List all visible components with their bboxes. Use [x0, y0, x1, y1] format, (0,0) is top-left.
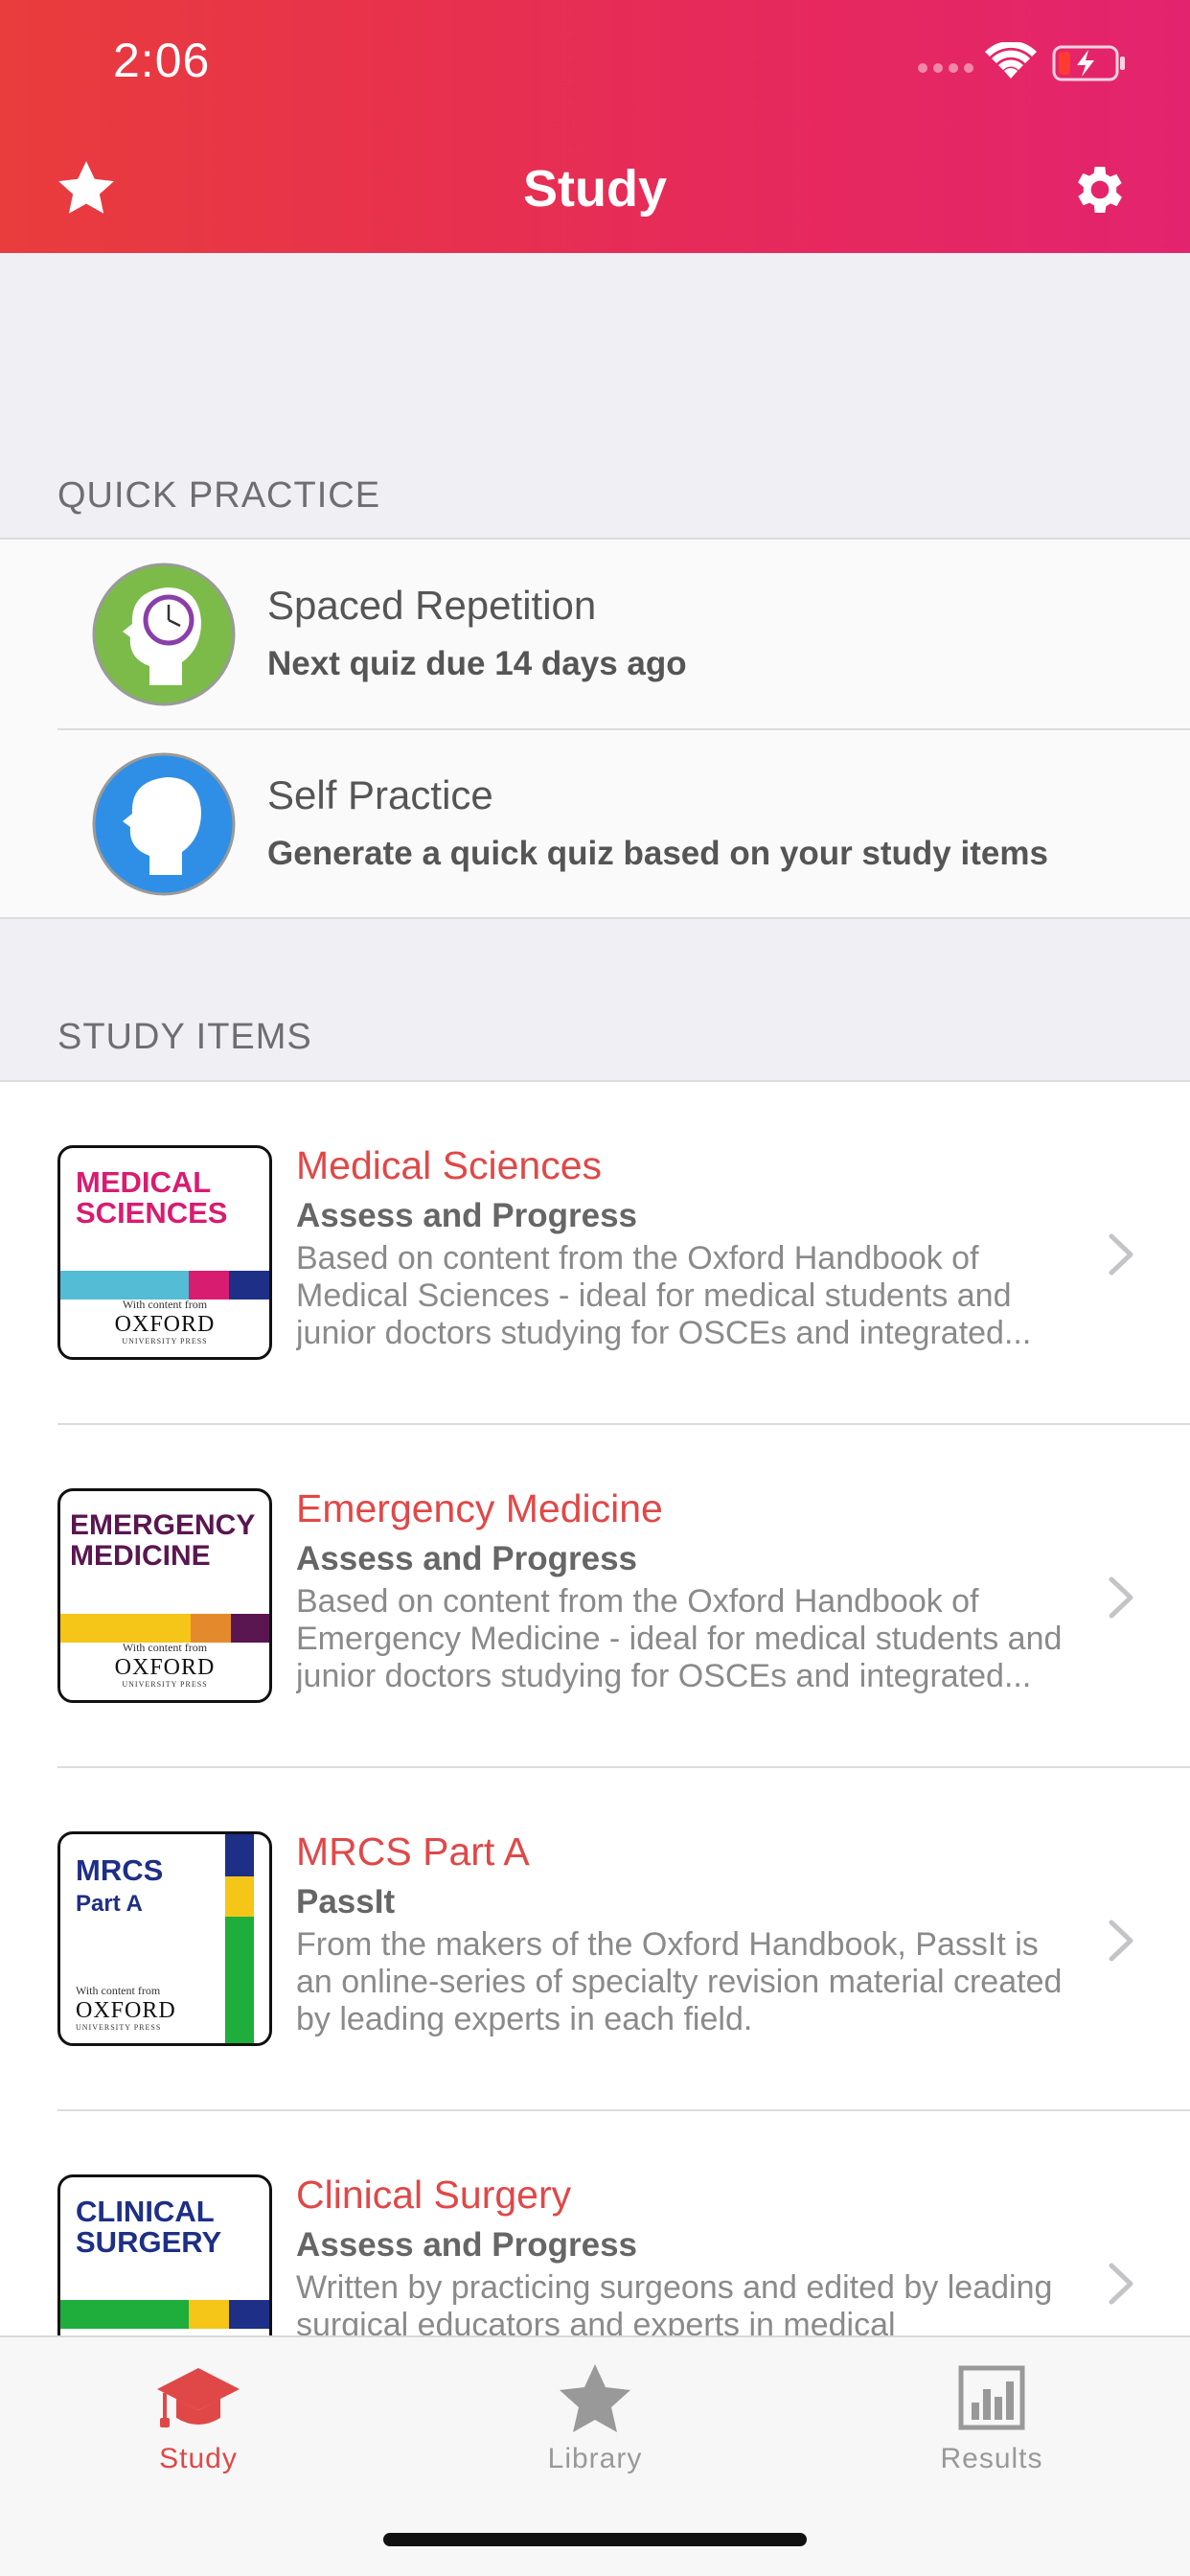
study-item-subtitle: Assess and Progress: [296, 2226, 638, 2264]
quick-practice-list: Spaced Repetition Next quiz due 14 days …: [0, 538, 1190, 919]
study-item-emergency-medicine[interactable]: EMERGENCY MEDICINE With content from OXF…: [0, 1425, 1190, 1768]
cover-line1: CLINICAL: [76, 2195, 215, 2228]
cover-color-bar: [60, 1271, 269, 1300]
cover-publisher: With content from OXFORD UNIVERSITY PRES…: [76, 1984, 176, 2032]
self-practice-subtitle: Generate a quick quiz based on your stud…: [267, 835, 1048, 872]
study-item-title: Medical Sciences: [296, 1143, 603, 1187]
chevron-right-icon: [1109, 2263, 1133, 2305]
study-item-mrcs-part-a[interactable]: MRCS Part A With content from OXFORD UNI…: [0, 1768, 1190, 2111]
tab-label: Results: [940, 2443, 1043, 2474]
tab-label: Study: [159, 2443, 238, 2474]
medical-sciences-cover: MEDICAL SCIENCES With content from OXFOR…: [57, 1145, 272, 1360]
spaced-repetition-row[interactable]: Spaced Repetition Next quiz due 14 days …: [0, 540, 1190, 730]
wifi-icon: [985, 42, 1037, 79]
tab-label: Library: [547, 2443, 643, 2474]
clinical-surgery-cover: CLINICAL SURGERY: [57, 2174, 272, 2335]
study-item-description: Based on content from the Oxford Handboo…: [296, 1583, 1063, 1694]
self-practice-title: Self Practice: [267, 772, 493, 817]
chevron-right-icon: [1109, 1233, 1133, 1276]
mrcs-part-a-cover: MRCS Part A With content from OXFORD UNI…: [57, 1831, 272, 2046]
bar-chart-icon: [958, 2365, 1025, 2430]
tab-library[interactable]: Library: [397, 2337, 793, 2500]
study-item-medical-sciences[interactable]: MEDICAL SCIENCES With content from OXFOR…: [0, 1082, 1190, 1425]
cover-color-bar: [60, 2300, 269, 2329]
clock-head-icon: [92, 563, 236, 706]
study-item-description: Based on content from the Oxford Handboo…: [296, 1240, 1032, 1351]
status-time: 2:06: [113, 34, 211, 87]
chevron-right-icon: [1109, 1920, 1133, 1962]
cellular-signal-icon: [918, 63, 973, 73]
cover-publisher: With content from OXFORD UNIVERSITY PRES…: [114, 1298, 216, 1346]
self-practice-row[interactable]: Self Practice Generate a quick quiz base…: [0, 729, 1190, 919]
study-item-title: Clinical Surgery: [296, 2173, 572, 2217]
cover-line2: SCIENCES: [76, 1196, 228, 1230]
study-item-subtitle: Assess and Progress: [296, 1197, 638, 1234]
graduation-cap-icon: [157, 2368, 240, 2427]
study-item-description: From the makers of the Oxford Handbook, …: [296, 1926, 1063, 2037]
battery-charging-icon: [1052, 45, 1125, 81]
tab-study[interactable]: Study: [0, 2337, 397, 2500]
study-item-subtitle: Assess and Progress: [296, 1540, 638, 1577]
chevron-right-icon: [1109, 1576, 1133, 1619]
study-item-clinical-surgery[interactable]: CLINICAL SURGERY Clinical Surgery Assess…: [0, 2111, 1190, 2335]
spaced-repetition-subtitle: Next quiz due 14 days ago: [267, 645, 687, 682]
home-indicator: [383, 2533, 807, 2546]
cover-publisher: With content from OXFORD UNIVERSITY PRES…: [114, 1641, 216, 1689]
head-icon: [92, 752, 236, 896]
page-title: Study: [522, 160, 667, 218]
nav-header: 2:06 Study: [0, 0, 1190, 253]
cover-line2: SURGERY: [76, 2225, 222, 2259]
cover-color-bar: [60, 1614, 269, 1643]
cover-line1: EMERGENCY: [70, 1509, 256, 1541]
emergency-medicine-cover: EMERGENCY MEDICINE With content from OXF…: [57, 1488, 272, 1703]
study-item-title: Emergency Medicine: [296, 1486, 663, 1530]
study-items-list: MEDICAL SCIENCES With content from OXFOR…: [0, 1080, 1190, 2335]
study-item-subtitle: PassIt: [296, 1883, 396, 1920]
cover-line1: MEDICAL: [76, 1165, 212, 1199]
settings-gear-icon[interactable]: [1069, 159, 1131, 220]
tab-results[interactable]: Results: [793, 2337, 1190, 2500]
cover-line2: Part A: [76, 1891, 143, 1917]
study-item-title: MRCS Part A: [296, 1829, 530, 1874]
cover-line1: MRCS: [76, 1853, 164, 1887]
spaced-repetition-title: Spaced Repetition: [267, 583, 597, 628]
study-items-header: STUDY ITEMS: [57, 1017, 312, 1057]
study-item-description: Written by practicing surgeons and edite…: [296, 2269, 1053, 2335]
quick-practice-header: QUICK PRACTICE: [57, 475, 381, 516]
cover-line2: MEDICINE: [70, 1540, 211, 1572]
star-icon: [560, 2364, 630, 2432]
